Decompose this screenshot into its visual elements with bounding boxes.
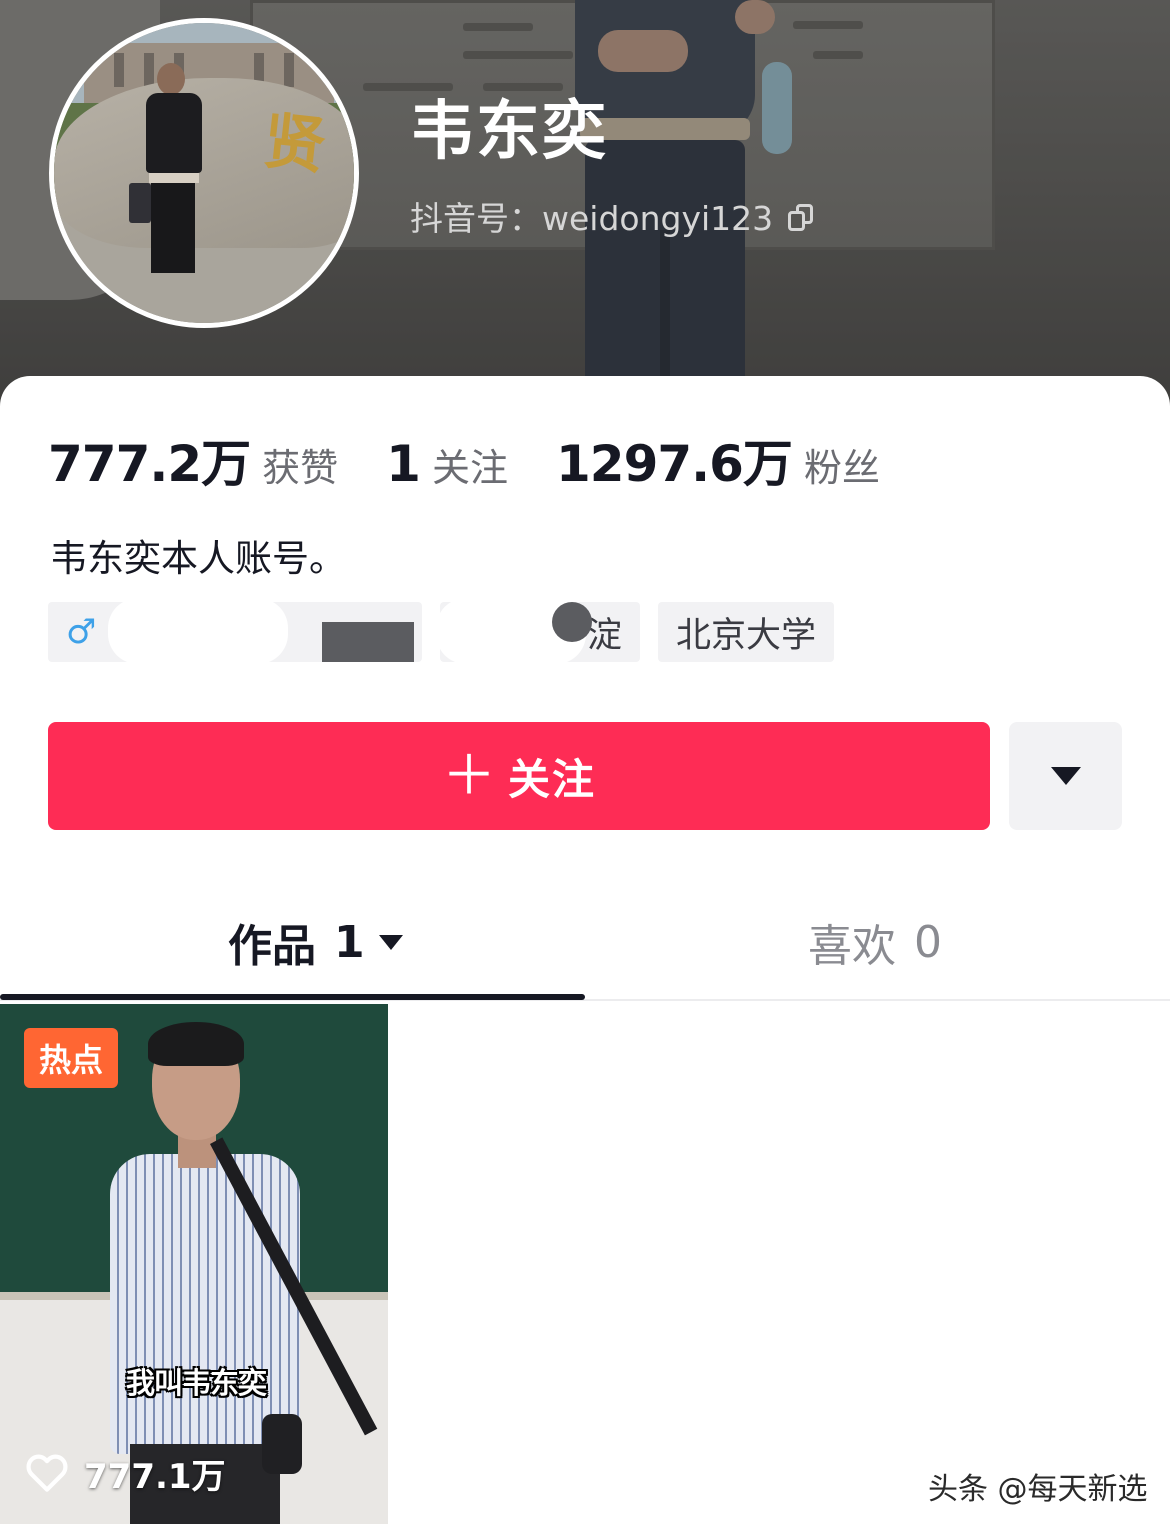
triangle-down-icon xyxy=(1050,767,1081,785)
redaction xyxy=(322,622,414,662)
plus-icon: ＋ xyxy=(441,746,498,806)
redaction xyxy=(552,602,592,642)
stat-following-value: 1 xyxy=(386,435,421,493)
follow-button-label: 关注 xyxy=(507,755,596,803)
watermark: 头条 @每天新选 xyxy=(928,1472,1148,1507)
profile-id-row: 抖音号： weidongyi123 xyxy=(410,198,815,238)
male-icon: ♂ xyxy=(66,612,97,652)
redaction xyxy=(108,602,288,662)
caret-down-icon[interactable] xyxy=(378,934,403,950)
stats-row: 777.2万 获赞 1 关注 1297.6万 粉丝 xyxy=(48,424,928,493)
tag-location-text: 淀 xyxy=(586,615,622,656)
avatar[interactable]: 贤 xyxy=(49,18,359,328)
stat-followers-value: 1297.6万 xyxy=(555,435,793,493)
video-like-count: 777.1万 xyxy=(84,1456,226,1497)
video-like-row: 777.1万 xyxy=(26,1448,226,1498)
stat-likes-label: 获赞 xyxy=(262,446,339,490)
tab-works-count: 1 xyxy=(334,916,365,968)
tag-location: 淀 xyxy=(440,602,640,662)
heart-icon xyxy=(26,1454,68,1492)
tab-likes-count: 0 xyxy=(914,916,942,968)
hot-badge: 热点 xyxy=(24,1028,118,1088)
follow-button[interactable]: ＋ 关注 xyxy=(48,722,990,830)
more-options-button[interactable] xyxy=(1009,722,1122,830)
stat-likes-value: 777.2万 xyxy=(48,435,251,493)
stat-followers-label: 粉丝 xyxy=(803,446,880,490)
profile-id-label: 抖音号： xyxy=(410,198,542,238)
tab-likes[interactable]: 喜欢 0 xyxy=(808,912,942,973)
tab-works[interactable]: 作品 1 xyxy=(228,912,403,972)
profile-id: weidongyi123 xyxy=(542,198,774,238)
stat-following-label: 关注 xyxy=(431,446,508,490)
stat-likes[interactable]: 777.2万 获赞 xyxy=(48,424,338,496)
stat-followers[interactable]: 1297.6万 粉丝 xyxy=(556,424,880,496)
copy-icon[interactable] xyxy=(787,204,815,232)
profile-name: 韦东奕 xyxy=(410,95,608,169)
tag-gender: ♂ xyxy=(48,602,422,662)
profile-tags: ♂ 淀 北京大学 xyxy=(48,602,852,662)
tag-school: 北京大学 xyxy=(658,602,835,662)
rock-inscription: 贤 xyxy=(259,103,330,184)
tab-works-label: 作品 xyxy=(228,921,316,972)
video-caption: 我叫韦东奕 xyxy=(126,1366,267,1400)
stat-following[interactable]: 1 关注 xyxy=(386,435,508,493)
active-tab-indicator xyxy=(0,994,585,1000)
profile-bio: 韦东奕本人账号。 xyxy=(50,537,346,580)
tab-likes-label: 喜欢 xyxy=(808,921,896,972)
